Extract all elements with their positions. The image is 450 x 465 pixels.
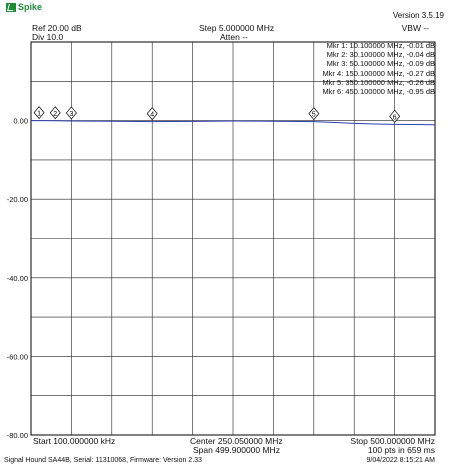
marker-3: 3 xyxy=(65,106,77,120)
marker-5: 5 xyxy=(308,107,320,121)
marker-4: 4 xyxy=(146,107,158,121)
y-tick-label: -20.00 xyxy=(7,195,28,204)
marker-readout: Mkr 1: 10.100000 MHz, -0.01 dB xyxy=(326,41,435,50)
plot-grid xyxy=(30,41,436,436)
y-tick-label: -40.00 xyxy=(7,274,28,283)
start-frequency: Start 100.000000 kHz xyxy=(33,436,116,446)
marker-number: 5 xyxy=(312,112,316,119)
marker-readout: Mkr 2: 30.100000 MHz, -0.04 dB xyxy=(326,50,435,60)
marker-number: 3 xyxy=(69,111,73,118)
marker-readout: Mkr 4: 150.100000 MHz, -0.27 dB xyxy=(322,68,435,78)
marker-readout: Mkr 6: 450.100000 MHz, -0.95 dB xyxy=(322,87,435,97)
marker-glyphs: 1 2 3 4 5 6 xyxy=(33,106,401,123)
sweep-points: 100 pts in 659 ms xyxy=(367,445,435,455)
marker-number: 2 xyxy=(53,111,57,118)
span-value: Span 499.900000 MHz xyxy=(193,445,280,455)
marker-readout: Mkr 5: 350.100000 MHz, -0.26 dB xyxy=(322,77,435,87)
marker-number: 4 xyxy=(150,112,154,119)
y-tick-label: -80.00 xyxy=(7,431,28,440)
marker-readout: Mkr 3: 50.100000 MHz, -0.09 dB xyxy=(326,59,435,69)
timestamp: 9/04/2022 8:15:21 AM xyxy=(366,457,436,464)
y-tick-label: 0.00 xyxy=(13,117,28,126)
y-tick-labels: 0.00 -20.00 -40.00 -60.00 -80.00 xyxy=(7,117,28,440)
device-info: Signal Hound SA44B, Serial: 11310068, Fi… xyxy=(4,457,202,464)
marker-number: 1 xyxy=(37,111,41,118)
marker-readouts: Mkr 1: 10.100000 MHz, -0.01 dB Mkr 2: 30… xyxy=(322,41,435,96)
marker-number: 6 xyxy=(393,114,397,121)
marker-1: 1 xyxy=(33,106,45,120)
y-tick-label: -60.00 xyxy=(7,352,28,361)
marker-2: 2 xyxy=(49,106,61,120)
